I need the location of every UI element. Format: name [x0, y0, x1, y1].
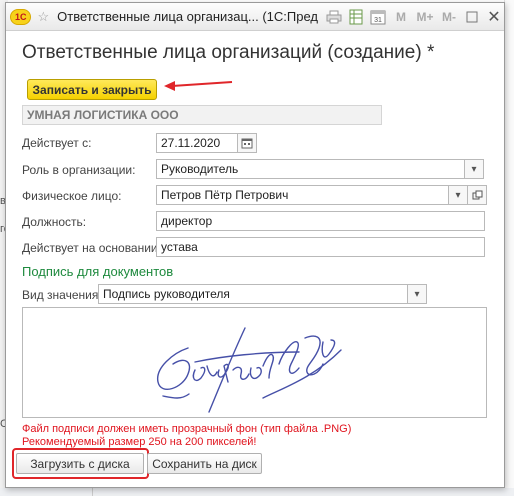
memory-plus-button[interactable]: M+ [414, 10, 436, 24]
role-label: Роль в организации: [22, 163, 136, 177]
organization-field: УМНАЯ ЛОГИСТИКА ООО [22, 105, 382, 125]
maximize-icon[interactable] [462, 7, 482, 27]
chevron-down-icon[interactable]: ▾ [448, 185, 468, 205]
spreadsheet-icon[interactable] [346, 7, 366, 27]
1c-logo-icon: 1С [10, 8, 32, 25]
save-and-close-button[interactable]: Записать и закрыть [27, 79, 157, 100]
chevron-down-icon[interactable]: ▾ [407, 284, 427, 304]
close-icon[interactable]: ✕ [484, 7, 504, 27]
save-to-disk-button[interactable]: Сохранить на диск [147, 453, 262, 474]
form-heading: Ответственные лица организаций (создание… [22, 42, 435, 63]
value-kind-select[interactable]: Подпись руководителя [98, 284, 408, 304]
print-icon[interactable] [324, 7, 344, 27]
signature-warning-size: Рекомендуемый размер 250 на 200 пикселей… [22, 436, 257, 448]
valid-from-label: Действует с: [22, 136, 92, 150]
load-from-disk-button[interactable]: Загрузить с диска [16, 453, 144, 474]
basis-label: Действует на основании: [22, 241, 161, 255]
role-select[interactable]: Руководитель [156, 159, 465, 179]
background-divider [92, 488, 93, 496]
position-input[interactable]: директор [156, 211, 485, 231]
background-app-edge-right [504, 0, 514, 496]
window-title: Ответственные лица организац... (1С:Пред… [57, 9, 318, 24]
signature-section-title: Подпись для документов [22, 264, 174, 279]
background-app-bottom [0, 488, 514, 496]
memory-minus-button[interactable]: M- [438, 10, 460, 24]
calendar-icon[interactable]: 31 [368, 7, 388, 27]
signature-image-box[interactable] [22, 307, 487, 418]
svg-text:31: 31 [374, 17, 382, 24]
signature-warning-format: Файл подписи должен иметь прозрачный фон… [22, 423, 352, 435]
valid-from-input[interactable]: 27.11.2020 [156, 133, 238, 153]
open-icon[interactable] [467, 185, 487, 205]
person-input[interactable]: Петров Пётр Петрович [156, 185, 449, 205]
value-kind-label: Вид значения: [22, 288, 102, 302]
window-titlebar: 1С ☆ Ответственные лица организац... (1С… [6, 3, 504, 31]
signature-image [157, 327, 342, 413]
position-label: Должность: [22, 215, 87, 229]
chevron-down-icon[interactable]: ▾ [464, 159, 484, 179]
favorite-star-icon[interactable]: ☆ [37, 9, 49, 25]
memory-m-button[interactable]: M [390, 10, 412, 24]
calendar-picker-icon[interactable] [237, 133, 257, 153]
form-window: 1С ☆ Ответственные лица организац... (1С… [5, 2, 505, 488]
annotation-arrow-icon [164, 81, 233, 91]
basis-input[interactable]: устава [156, 237, 485, 257]
person-label: Физическое лицо: [22, 189, 122, 203]
